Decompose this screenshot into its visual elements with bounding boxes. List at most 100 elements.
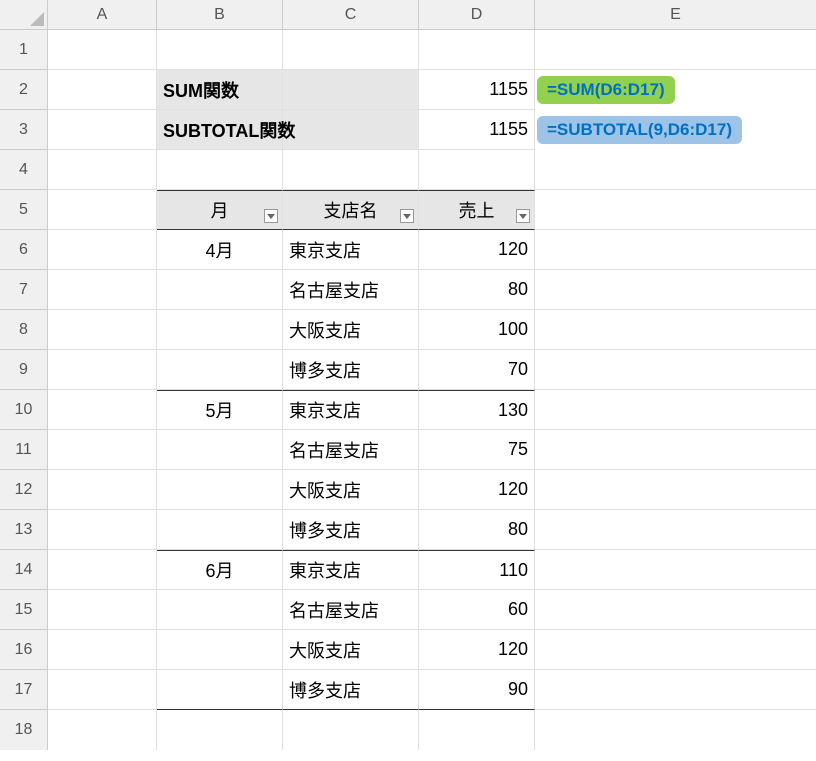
- row-header-14[interactable]: 14: [0, 550, 48, 590]
- cell-a18[interactable]: [48, 710, 157, 750]
- row-header-18[interactable]: 18: [0, 710, 48, 750]
- row-header-3[interactable]: 3: [0, 110, 48, 150]
- cell-e16[interactable]: [535, 630, 816, 670]
- cell-d1[interactable]: [419, 30, 535, 70]
- cell-b10-month[interactable]: 5月: [157, 390, 283, 430]
- cell-e9[interactable]: [535, 350, 816, 390]
- cell-c7-branch[interactable]: 名古屋支店: [283, 270, 419, 310]
- cell-b7-month[interactable]: [157, 270, 283, 310]
- cell-d16-sales[interactable]: 120: [419, 630, 535, 670]
- cell-b4[interactable]: [157, 150, 283, 190]
- cell-a10[interactable]: [48, 390, 157, 430]
- cell-a4[interactable]: [48, 150, 157, 190]
- cell-d14-sales[interactable]: 110: [419, 550, 535, 590]
- cell-a2[interactable]: [48, 70, 157, 110]
- cell-d7-sales[interactable]: 80: [419, 270, 535, 310]
- cell-c15-branch[interactable]: 名古屋支店: [283, 590, 419, 630]
- cell-c2[interactable]: [283, 70, 419, 110]
- cell-e5[interactable]: [535, 190, 816, 230]
- col-header-d[interactable]: D: [419, 0, 535, 30]
- col-header-b[interactable]: B: [157, 0, 283, 30]
- cell-a17[interactable]: [48, 670, 157, 710]
- cell-e6[interactable]: [535, 230, 816, 270]
- cell-b3-subtotal-label[interactable]: SUBTOTAL関数: [157, 110, 283, 150]
- cell-b14-month[interactable]: 6月: [157, 550, 283, 590]
- cell-c17-branch[interactable]: 博多支店: [283, 670, 419, 710]
- cell-e7[interactable]: [535, 270, 816, 310]
- cell-d4[interactable]: [419, 150, 535, 190]
- cell-a1[interactable]: [48, 30, 157, 70]
- table-header-branch[interactable]: 支店名: [283, 190, 419, 230]
- cell-b6-month[interactable]: 4月: [157, 230, 283, 270]
- cell-b11-month[interactable]: [157, 430, 283, 470]
- cell-c9-branch[interactable]: 博多支店: [283, 350, 419, 390]
- cell-d8-sales[interactable]: 100: [419, 310, 535, 350]
- cell-d3-subtotal-value[interactable]: 1155: [419, 110, 535, 150]
- cell-a6[interactable]: [48, 230, 157, 270]
- cell-d10-sales[interactable]: 130: [419, 390, 535, 430]
- cell-e13[interactable]: [535, 510, 816, 550]
- filter-dropdown-icon[interactable]: [516, 209, 530, 223]
- cell-e10[interactable]: [535, 390, 816, 430]
- cell-b9-month[interactable]: [157, 350, 283, 390]
- cell-d6-sales[interactable]: 120: [419, 230, 535, 270]
- row-header-5[interactable]: 5: [0, 190, 48, 230]
- cell-e2[interactable]: =SUM(D6:D17): [535, 70, 816, 110]
- row-header-11[interactable]: 11: [0, 430, 48, 470]
- row-header-2[interactable]: 2: [0, 70, 48, 110]
- cell-e1[interactable]: [535, 30, 816, 70]
- cell-a5[interactable]: [48, 190, 157, 230]
- row-header-9[interactable]: 9: [0, 350, 48, 390]
- cell-c14-branch[interactable]: 東京支店: [283, 550, 419, 590]
- cell-b15-month[interactable]: [157, 590, 283, 630]
- cell-a12[interactable]: [48, 470, 157, 510]
- cell-d15-sales[interactable]: 60: [419, 590, 535, 630]
- cell-a7[interactable]: [48, 270, 157, 310]
- cell-e4[interactable]: [535, 150, 816, 190]
- cell-c3[interactable]: [283, 110, 419, 150]
- row-header-4[interactable]: 4: [0, 150, 48, 190]
- cell-e12[interactable]: [535, 470, 816, 510]
- cell-c6-branch[interactable]: 東京支店: [283, 230, 419, 270]
- cell-a9[interactable]: [48, 350, 157, 390]
- cell-c8-branch[interactable]: 大阪支店: [283, 310, 419, 350]
- col-header-e[interactable]: E: [535, 0, 816, 30]
- cell-b13-month[interactable]: [157, 510, 283, 550]
- cell-c16-branch[interactable]: 大阪支店: [283, 630, 419, 670]
- cell-d18[interactable]: [419, 710, 535, 750]
- cell-d12-sales[interactable]: 120: [419, 470, 535, 510]
- row-header-10[interactable]: 10: [0, 390, 48, 430]
- table-header-sales[interactable]: 売上: [419, 190, 535, 230]
- cell-c10-branch[interactable]: 東京支店: [283, 390, 419, 430]
- row-header-13[interactable]: 13: [0, 510, 48, 550]
- cell-e14[interactable]: [535, 550, 816, 590]
- cell-d17-sales[interactable]: 90: [419, 670, 535, 710]
- cell-d2-sum-value[interactable]: 1155: [419, 70, 535, 110]
- cell-a13[interactable]: [48, 510, 157, 550]
- cell-d11-sales[interactable]: 75: [419, 430, 535, 470]
- cell-a11[interactable]: [48, 430, 157, 470]
- filter-dropdown-icon[interactable]: [264, 209, 278, 223]
- col-header-c[interactable]: C: [283, 0, 419, 30]
- cell-a8[interactable]: [48, 310, 157, 350]
- row-header-7[interactable]: 7: [0, 270, 48, 310]
- select-all-corner[interactable]: [0, 0, 48, 30]
- row-header-17[interactable]: 17: [0, 670, 48, 710]
- cell-a15[interactable]: [48, 590, 157, 630]
- row-header-6[interactable]: 6: [0, 230, 48, 270]
- cell-e18[interactable]: [535, 710, 816, 750]
- cell-a3[interactable]: [48, 110, 157, 150]
- cell-b1[interactable]: [157, 30, 283, 70]
- cell-c4[interactable]: [283, 150, 419, 190]
- cell-b2-sum-label[interactable]: SUM関数: [157, 70, 283, 110]
- cell-e3[interactable]: =SUBTOTAL(9,D6:D17): [535, 110, 816, 150]
- cell-e17[interactable]: [535, 670, 816, 710]
- filter-dropdown-icon[interactable]: [400, 209, 414, 223]
- cell-b12-month[interactable]: [157, 470, 283, 510]
- cell-e15[interactable]: [535, 590, 816, 630]
- row-header-12[interactable]: 12: [0, 470, 48, 510]
- spreadsheet-grid[interactable]: A B C D E 1 2 SUM関数 1155 =SUM(D6:D17) 3 …: [0, 0, 816, 750]
- cell-c12-branch[interactable]: 大阪支店: [283, 470, 419, 510]
- row-header-8[interactable]: 8: [0, 310, 48, 350]
- cell-c11-branch[interactable]: 名古屋支店: [283, 430, 419, 470]
